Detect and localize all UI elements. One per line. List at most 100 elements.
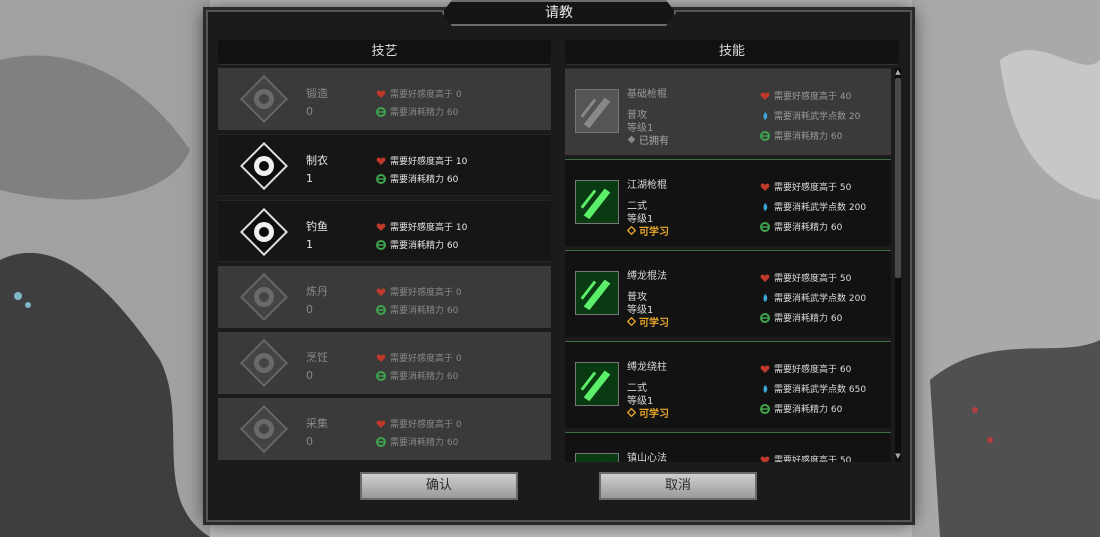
craft-name: 锻造	[306, 87, 328, 100]
energy-icon	[760, 403, 770, 414]
energy-requirement: 需要消耗精力 60	[376, 303, 458, 316]
craft-name: 烹饪	[306, 351, 328, 364]
scroll-down-icon[interactable]: ▼	[895, 452, 901, 460]
skill-card[interactable]: 缚龙绕柱 二式 等级1 可学习 需要好感度高于 60 需要消耗武学点数 650 需要消耗精力…	[565, 341, 891, 428]
energy-requirement: 需要消耗精力 60	[376, 105, 458, 118]
energy-requirement: 需要消耗精力 60	[760, 220, 842, 233]
skill-status: 可学习	[627, 405, 669, 420]
learnable-diamond-icon	[627, 317, 636, 326]
skill-icon	[575, 89, 619, 133]
energy-icon	[760, 221, 770, 232]
craft-row[interactable]: 钓鱼 1 需要好感度高于 10 需要消耗精力 60	[218, 200, 551, 262]
craft-level: 0	[306, 105, 313, 118]
dialog-title: 请教	[442, 0, 676, 26]
skill-card[interactable]: 镇山心法 需要好感度高于 50	[565, 432, 891, 462]
martial-points-icon	[763, 111, 768, 120]
points-requirement: 需要消耗武学点数 20	[760, 109, 860, 122]
skill-name: 镇山心法	[627, 453, 667, 462]
energy-requirement: 需要消耗精力 60	[376, 172, 458, 185]
heart-icon	[376, 288, 386, 296]
martial-points-icon	[763, 293, 768, 302]
anvil-icon	[240, 75, 288, 123]
energy-icon	[376, 173, 386, 184]
garment-icon	[240, 142, 288, 190]
heart-icon	[760, 274, 770, 282]
craft-row[interactable]: 锻造 0 需要好感度高于 0 需要消耗精力 60	[218, 68, 551, 130]
skill-status: 可学习	[627, 223, 669, 238]
affinity-requirement: 需要好感度高于 0	[376, 285, 462, 298]
craft-level: 0	[306, 435, 313, 448]
skill-name: 缚龙棍法	[627, 271, 667, 282]
craft-row[interactable]: 制衣 1 需要好感度高于 10 需要消耗精力 60	[218, 134, 551, 196]
craft-level: 0	[306, 303, 313, 316]
craft-row[interactable]: 烹饪 0 需要好感度高于 0 需要消耗精力 60	[218, 332, 551, 394]
skill-card[interactable]: 基础枪棍 普攻 等级1 已拥有 需要好感度高于 40 需要消耗武学点数 20 需要消耗精力 …	[565, 68, 891, 155]
owned-diamond-icon	[627, 135, 636, 144]
crafts-list: 锻造 0 需要好感度高于 0 需要消耗精力 60 制衣 1 需要好感度高于 10 需要消耗精力…	[218, 68, 551, 462]
heart-icon	[760, 92, 770, 100]
skill-name: 缚龙绕柱	[627, 362, 667, 373]
affinity-requirement: 需要好感度高于 10	[376, 154, 467, 167]
craft-row[interactable]: 炼丹 0 需要好感度高于 0 需要消耗精力 60	[218, 266, 551, 328]
craft-row[interactable]: 采集 0 需要好感度高于 0 需要消耗精力 60	[218, 398, 551, 460]
confirm-button[interactable]: 确认	[360, 472, 518, 500]
skill-name: 基础枪棍	[627, 89, 667, 100]
skill-card[interactable]: 缚龙棍法 普攻 等级1 可学习 需要好感度高于 50 需要消耗武学点数 200 需要消耗精力…	[565, 250, 891, 337]
skill-card[interactable]: 江湖枪棍 二式 等级1 可学习 需要好感度高于 50 需要消耗武学点数 200 需要消耗精力…	[565, 159, 891, 246]
affinity-requirement: 需要好感度高于 0	[376, 417, 462, 430]
heart-icon	[760, 183, 770, 191]
fish-icon	[240, 208, 288, 256]
heart-icon	[376, 90, 386, 98]
affinity-requirement: 需要好感度高于 10	[376, 220, 467, 233]
heart-icon	[760, 456, 770, 462]
martial-points-icon	[763, 202, 768, 211]
craft-name: 采集	[306, 417, 328, 430]
energy-requirement: 需要消耗精力 60	[760, 402, 842, 415]
learnable-diamond-icon	[627, 408, 636, 417]
skills-header: 技能	[565, 40, 899, 65]
craft-name: 制衣	[306, 154, 328, 167]
heart-icon	[376, 157, 386, 165]
heart-icon	[376, 223, 386, 231]
energy-icon	[376, 370, 386, 381]
scroll-up-icon[interactable]: ▲	[895, 68, 901, 76]
crafts-header: 技艺	[218, 40, 551, 65]
skill-icon	[575, 180, 619, 224]
heart-icon	[376, 354, 386, 362]
martial-points-icon	[763, 384, 768, 393]
skills-scrollbar[interactable]	[895, 68, 901, 462]
affinity-requirement: 需要好感度高于 40	[760, 89, 851, 102]
energy-icon	[376, 239, 386, 250]
energy-requirement: 需要消耗精力 60	[376, 435, 458, 448]
affinity-requirement: 需要好感度高于 0	[376, 87, 462, 100]
skill-icon	[575, 453, 619, 462]
points-requirement: 需要消耗武学点数 650	[760, 382, 866, 395]
skill-name: 江湖枪棍	[627, 180, 667, 191]
energy-icon	[760, 312, 770, 323]
points-requirement: 需要消耗武学点数 200	[760, 291, 866, 304]
heart-icon	[760, 365, 770, 373]
craft-level: 0	[306, 369, 313, 382]
affinity-requirement: 需要好感度高于 50	[760, 453, 851, 462]
energy-icon	[760, 130, 770, 141]
scroll-thumb[interactable]	[895, 78, 901, 278]
skill-status: 已拥有	[627, 132, 669, 147]
energy-requirement: 需要消耗精力 60	[376, 238, 458, 251]
affinity-requirement: 需要好感度高于 0	[376, 351, 462, 364]
energy-requirement: 需要消耗精力 60	[760, 311, 842, 324]
affinity-requirement: 需要好感度高于 60	[760, 362, 851, 375]
learnable-diamond-icon	[627, 226, 636, 235]
heart-icon	[376, 420, 386, 428]
craft-name: 炼丹	[306, 285, 328, 298]
skill-icon	[575, 271, 619, 315]
skill-status: 可学习	[627, 314, 669, 329]
craft-level: 1	[306, 172, 313, 185]
points-requirement: 需要消耗武学点数 200	[760, 200, 866, 213]
energy-requirement: 需要消耗精力 60	[376, 369, 458, 382]
craft-name: 钓鱼	[306, 220, 328, 233]
energy-icon	[376, 106, 386, 117]
skills-list: 基础枪棍 普攻 等级1 已拥有 需要好感度高于 40 需要消耗武学点数 20 需要消耗精力 …	[565, 68, 891, 462]
cancel-button[interactable]: 取消	[599, 472, 757, 500]
bowl-icon	[240, 339, 288, 387]
affinity-requirement: 需要好感度高于 50	[760, 180, 851, 193]
